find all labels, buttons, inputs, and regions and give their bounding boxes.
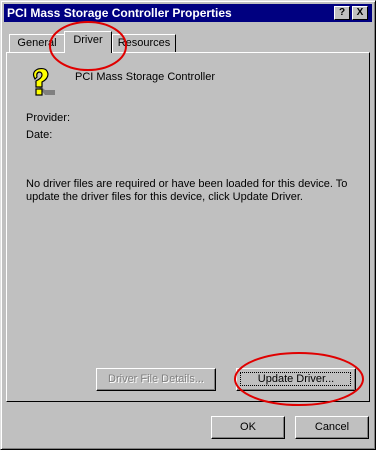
close-button[interactable]: X (352, 6, 368, 20)
provider-label: Provider: (26, 112, 71, 124)
window-title: PCI Mass Storage Controller Properties (7, 6, 232, 20)
unknown-device-question-icon (32, 67, 55, 96)
tab-driver[interactable]: Driver (64, 31, 112, 53)
tab-resources[interactable]: Resources (112, 34, 176, 52)
date-label: Date: (26, 129, 53, 141)
ok-button[interactable]: OK (211, 416, 285, 439)
device-name: PCI Mass Storage Controller (75, 71, 215, 83)
title-bar[interactable]: PCI Mass Storage Controller Properties ?… (4, 4, 372, 22)
driver-tab-panel (6, 52, 370, 402)
help-button[interactable]: ? (334, 6, 350, 20)
driver-info-text: No driver files are required or have bee… (26, 178, 348, 203)
focus-rectangle (240, 372, 351, 386)
cancel-button[interactable]: Cancel (295, 416, 369, 439)
update-driver-button[interactable]: Update Driver... (236, 368, 356, 391)
tab-general[interactable]: General (9, 34, 65, 52)
driver-file-details-button[interactable]: Driver File Details... (96, 368, 216, 391)
